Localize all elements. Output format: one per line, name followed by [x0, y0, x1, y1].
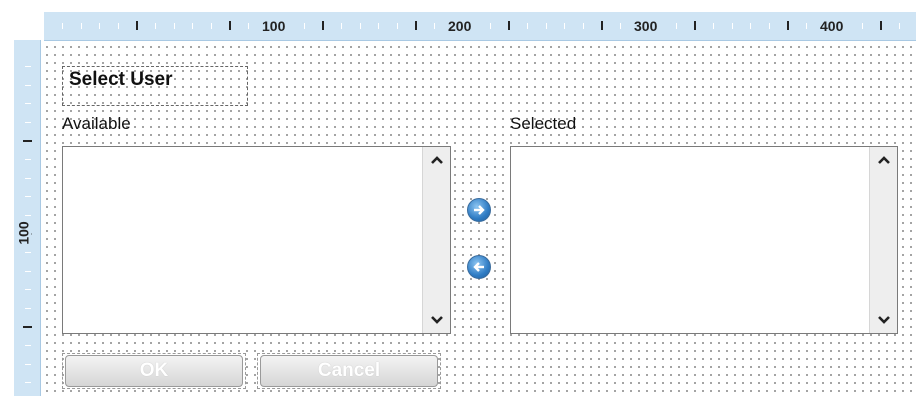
ruler-tick: [415, 21, 418, 30]
ruler-tick: [861, 23, 863, 29]
ruler-tick: [694, 21, 697, 30]
chevron-up-icon: [430, 156, 443, 164]
ruler-tick: [155, 23, 156, 29]
move-left-button[interactable]: [467, 255, 491, 279]
ruler-tick: [229, 21, 232, 30]
ruler-tick: [359, 23, 361, 29]
ruler-tick: [527, 23, 528, 29]
ruler-tick: [25, 345, 31, 346]
ruler-tick: [23, 140, 32, 143]
ruler-tick: [80, 23, 82, 29]
ruler-tick: [675, 23, 677, 29]
ruler-tick: [25, 121, 31, 123]
title-label-frame[interactable]: Select User: [62, 66, 248, 106]
ruler-label: 400: [818, 18, 846, 34]
chevron-down-icon: [430, 316, 443, 324]
ruler-tick: [210, 23, 212, 29]
ruler-tick: [601, 21, 604, 30]
ruler-tick: [545, 23, 547, 29]
scroll-down-button[interactable]: [870, 307, 897, 333]
ruler-tick: [62, 23, 63, 29]
chevron-up-icon: [877, 156, 890, 164]
ruler-label: 100: [15, 219, 32, 247]
ruler-label: 100: [260, 18, 288, 34]
ruler-tick: [489, 23, 491, 29]
available-label: Available: [62, 114, 131, 133]
dialog-title: Select User: [69, 69, 173, 90]
ruler-tick: [620, 23, 621, 29]
cancel-button[interactable]: Cancel: [260, 355, 438, 387]
ruler-tick: [25, 307, 31, 309]
ruler-tick: [23, 326, 32, 329]
ruler-tick: [173, 23, 175, 29]
ruler-tick: [192, 23, 194, 29]
ruler-corner: [0, 0, 44, 40]
ruler-tick: [25, 382, 31, 384]
ruler-label: 200: [446, 18, 474, 34]
ruler-tick: [25, 252, 31, 253]
ruler-tick: [899, 23, 900, 29]
available-listbox[interactable]: [62, 146, 451, 334]
arrow-right-circle-icon: [474, 205, 485, 215]
ruler-tick: [25, 103, 31, 105]
ruler-tick: [396, 23, 398, 29]
ruler-label: 300: [632, 18, 660, 34]
ruler-tick: [434, 23, 435, 29]
arrow-left-circle-icon: [473, 262, 484, 272]
ruler-tick: [136, 21, 139, 30]
scroll-up-button[interactable]: [423, 147, 450, 173]
ruler-tick: [117, 23, 119, 29]
ruler-tick: [25, 214, 31, 216]
scroll-up-button[interactable]: [870, 147, 897, 173]
ruler-tick: [341, 23, 342, 29]
ruler-tick: [25, 66, 31, 67]
ruler-tick: [25, 270, 31, 272]
available-scrollbar[interactable]: [422, 147, 450, 333]
ruler-tick: [25, 363, 31, 365]
ruler-tick: [768, 23, 770, 29]
selected-scrollbar[interactable]: [869, 147, 897, 333]
ruler-tick: [750, 23, 752, 29]
ruler-tick: [25, 196, 31, 198]
ok-button[interactable]: OK: [65, 355, 243, 387]
scroll-down-button[interactable]: [423, 307, 450, 333]
ruler-tick: [25, 159, 31, 160]
chevron-down-icon: [877, 316, 890, 324]
ruler-tick: [99, 23, 101, 29]
ruler-tick: [322, 21, 325, 30]
ruler-tick: [880, 21, 883, 30]
ruler-tick: [806, 23, 807, 29]
ruler-tick: [713, 23, 714, 29]
selected-listbox[interactable]: [510, 146, 898, 334]
ruler-tick: [564, 23, 566, 29]
ruler-tick: [582, 23, 584, 29]
ruler-tick: [25, 177, 31, 179]
vertical-ruler: 100: [14, 40, 41, 402]
ruler-tick: [25, 84, 31, 86]
selected-label: Selected: [510, 114, 577, 133]
ruler-tick: [248, 23, 249, 29]
ruler-tick: [731, 23, 733, 29]
ruler-tick: [303, 23, 305, 29]
ruler-tick: [787, 21, 790, 30]
ruler-tick: [508, 21, 511, 30]
move-right-button[interactable]: [467, 198, 491, 222]
ruler-tick: [378, 23, 380, 29]
ruler-tick: [25, 289, 31, 291]
horizontal-ruler: 100 200 300 400: [44, 12, 916, 41]
